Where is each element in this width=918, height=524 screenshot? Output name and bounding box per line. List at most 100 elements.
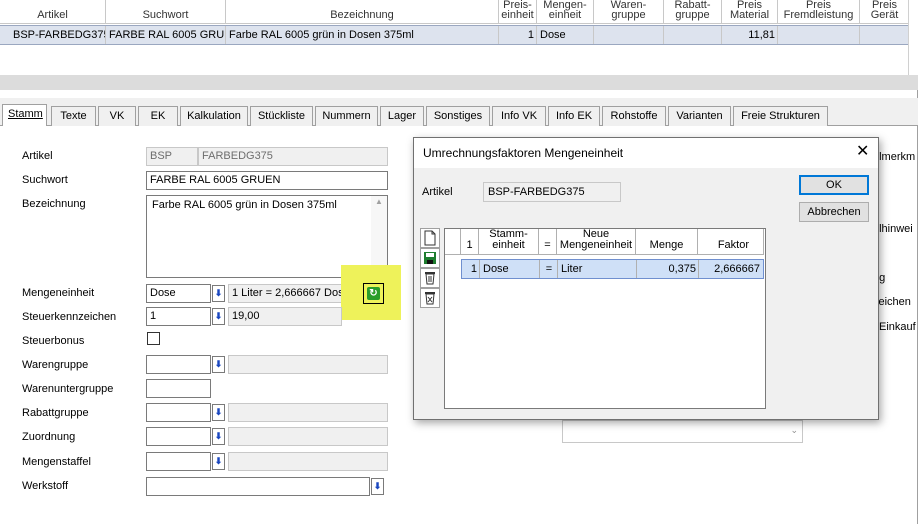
mengenstaffel-dropdown-icon[interactable]: ⬇ [212,453,225,470]
col-menge[interactable]: Menge [636,229,698,255]
col-mengeneinheit[interactable]: Mengen- einheit [537,0,594,24]
dialog-toolbar [420,228,442,314]
tab-vk[interactable]: VK [98,106,136,126]
bezeichnung-text: Farbe RAL 6005 grün in Dosen 375ml [152,199,337,211]
suchwort-input[interactable]: FARBE RAL 6005 GRUEN [146,171,388,190]
right-combobox[interactable]: ⌄ [562,420,803,443]
steuerkennzeichen-dropdown-icon[interactable]: ⬇ [212,308,225,325]
umrechnung-table[interactable]: 1 Stamm- einheit = Neue Mengeneinheit Me… [444,228,766,409]
delete-icon[interactable] [420,268,440,288]
artikel-number-field: FARBEDG375 [198,147,388,166]
close-icon[interactable]: ✕ [856,144,869,160]
tab-nummern[interactable]: Nummern [315,106,378,126]
umrechnung-dialog: Umrechnungsfaktoren Mengeneinheit ✕ Arti… [413,137,879,420]
row-neue-mengeneinheit: Liter [561,263,583,275]
warenuntergruppe-label: Warenuntergruppe [22,383,114,395]
col-preis-fremdleistung[interactable]: Preis Fremdleistung [778,0,860,24]
cancel-button[interactable]: Abbrechen [799,202,869,222]
col-suchwort[interactable]: Suchwort [106,0,226,24]
col-artikel[interactable]: Artikel [0,0,106,24]
warengruppe-dropdown-icon[interactable]: ⬇ [212,356,225,373]
warengruppe-info [228,355,388,374]
werkstoff-dropdown-icon[interactable]: ⬇ [371,478,384,495]
tab-sonstiges[interactable]: Sonstiges [426,106,490,126]
refresh-icon: ↻ [367,287,380,300]
delete-all-icon[interactable] [420,288,440,308]
steuerbonus-label: Steuerbonus [22,335,85,347]
col-preis-material[interactable]: Preis Material [722,0,778,24]
col-rabattgruppe[interactable]: Rabatt- gruppe [664,0,722,24]
bezeichnung-label: Bezeichnung [22,198,86,210]
zuordnung-input[interactable] [146,427,211,446]
tab-texte[interactable]: Texte [51,106,96,126]
tab-freie-strukturen[interactable]: Freie Strukturen [733,106,828,126]
row-stammeinheit: Dose [483,263,509,275]
tab-varianten[interactable]: Varianten [668,106,731,126]
col-preis-geraet[interactable]: Preis Gerät [860,0,910,24]
zuordnung-label: Zuordnung [22,431,76,443]
row-nr: 1 [470,263,477,275]
cell-bezeichnung: Farbe RAL 6005 grün in Dosen 375ml [229,29,414,41]
tab-rohstoffe[interactable]: Rohstoffe [602,106,666,126]
steuerkennzeichen-input[interactable]: 1 [146,307,211,326]
zuordnung-dropdown-icon[interactable]: ⬇ [212,428,225,445]
row-faktor: 2,666667 [714,263,760,275]
scroll-up-icon[interactable]: ▲ [371,196,387,208]
dialog-artikel-field: BSP-FARBEDG375 [483,182,621,202]
tab-info-ek[interactable]: Info EK [548,106,600,126]
save-icon[interactable] [420,248,440,268]
table-row[interactable]: BSP-FARBEDG375 FARBE RAL 6005 GRUEN Farb… [0,25,908,45]
new-document-icon[interactable] [420,228,440,248]
warengruppe-input[interactable] [146,355,211,374]
dialog-title: Umrechnungsfaktoren Mengeneinheit [414,138,878,168]
tab-bar: Stamm Texte VK EK Kalkulation Stückliste… [0,104,918,127]
tab-kalkulation[interactable]: Kalkulation [180,106,248,126]
mengeneinheit-dropdown-icon[interactable]: ⬇ [212,285,225,302]
tab-stamm[interactable]: Stamm [2,104,47,127]
horizontal-scrollbar[interactable] [0,75,918,90]
mengeneinheit-info: 1 Liter = 2,666667 Dose [228,284,358,303]
mengenstaffel-input[interactable] [146,452,211,471]
row-eq: = [545,263,553,275]
werkstoff-input[interactable] [146,477,370,496]
right-label-6: Einkauf [879,321,916,333]
tab-lager[interactable]: Lager [380,106,424,126]
chevron-down-icon: ⌄ [790,425,798,435]
dialog-artikel-label: Artikel [422,186,453,198]
col-preiseinheit[interactable]: Preis- einheit [499,0,537,24]
col-eq[interactable]: = [539,229,557,255]
steuerkennzeichen-label: Steuerkennzeichen [22,311,117,323]
right-label-1: elmerkm [873,151,916,163]
rabattgruppe-info [228,403,388,422]
tab-stueckliste[interactable]: Stückliste [250,106,313,126]
col-neue-mengeneinheit[interactable]: Neue Mengeneinheit [557,229,636,255]
col-stammeinheit[interactable]: Stamm- einheit [479,229,539,255]
col-nr[interactable]: 1 [461,229,479,255]
col-bezeichnung[interactable]: Bezeichnung [226,0,499,24]
col-blank [445,229,461,255]
artikel-prefix-field: BSP [146,147,198,166]
suchwort-label: Suchwort [22,174,68,186]
mengeneinheit-label: Mengeneinheit [22,287,95,299]
steuerbonus-checkbox[interactable] [147,332,160,345]
ok-button[interactable]: OK [799,175,869,195]
rabattgruppe-dropdown-icon[interactable]: ⬇ [212,404,225,421]
cell-suchwort: FARBE RAL 6005 GRUEN [109,29,226,41]
tab-ek[interactable]: EK [138,106,178,126]
tab-info-vk[interactable]: Info VK [492,106,546,126]
mengenstaffel-info [228,452,388,471]
warengruppe-label: Warengruppe [22,359,89,371]
steuerkennzeichen-info: 19,00 [228,307,342,326]
cell-mengeneinheit: Dose [540,29,566,41]
mengenstaffel-label: Mengenstaffel [22,456,91,468]
zuordnung-info [228,427,388,446]
rabattgruppe-label: Rabattgruppe [22,407,89,419]
vertical-scrollbar[interactable] [908,0,918,75]
table-row[interactable]: 1 Dose = Liter 0,375 2,666667 [461,259,764,279]
col-warengruppe[interactable]: Waren- gruppe [594,0,664,24]
rabattgruppe-input[interactable] [146,403,211,422]
col-faktor[interactable]: Faktor [698,229,764,255]
warenuntergruppe-input[interactable] [146,379,211,398]
umrechnung-button[interactable]: ↻ [363,283,384,304]
mengeneinheit-input[interactable]: Dose [146,284,211,303]
